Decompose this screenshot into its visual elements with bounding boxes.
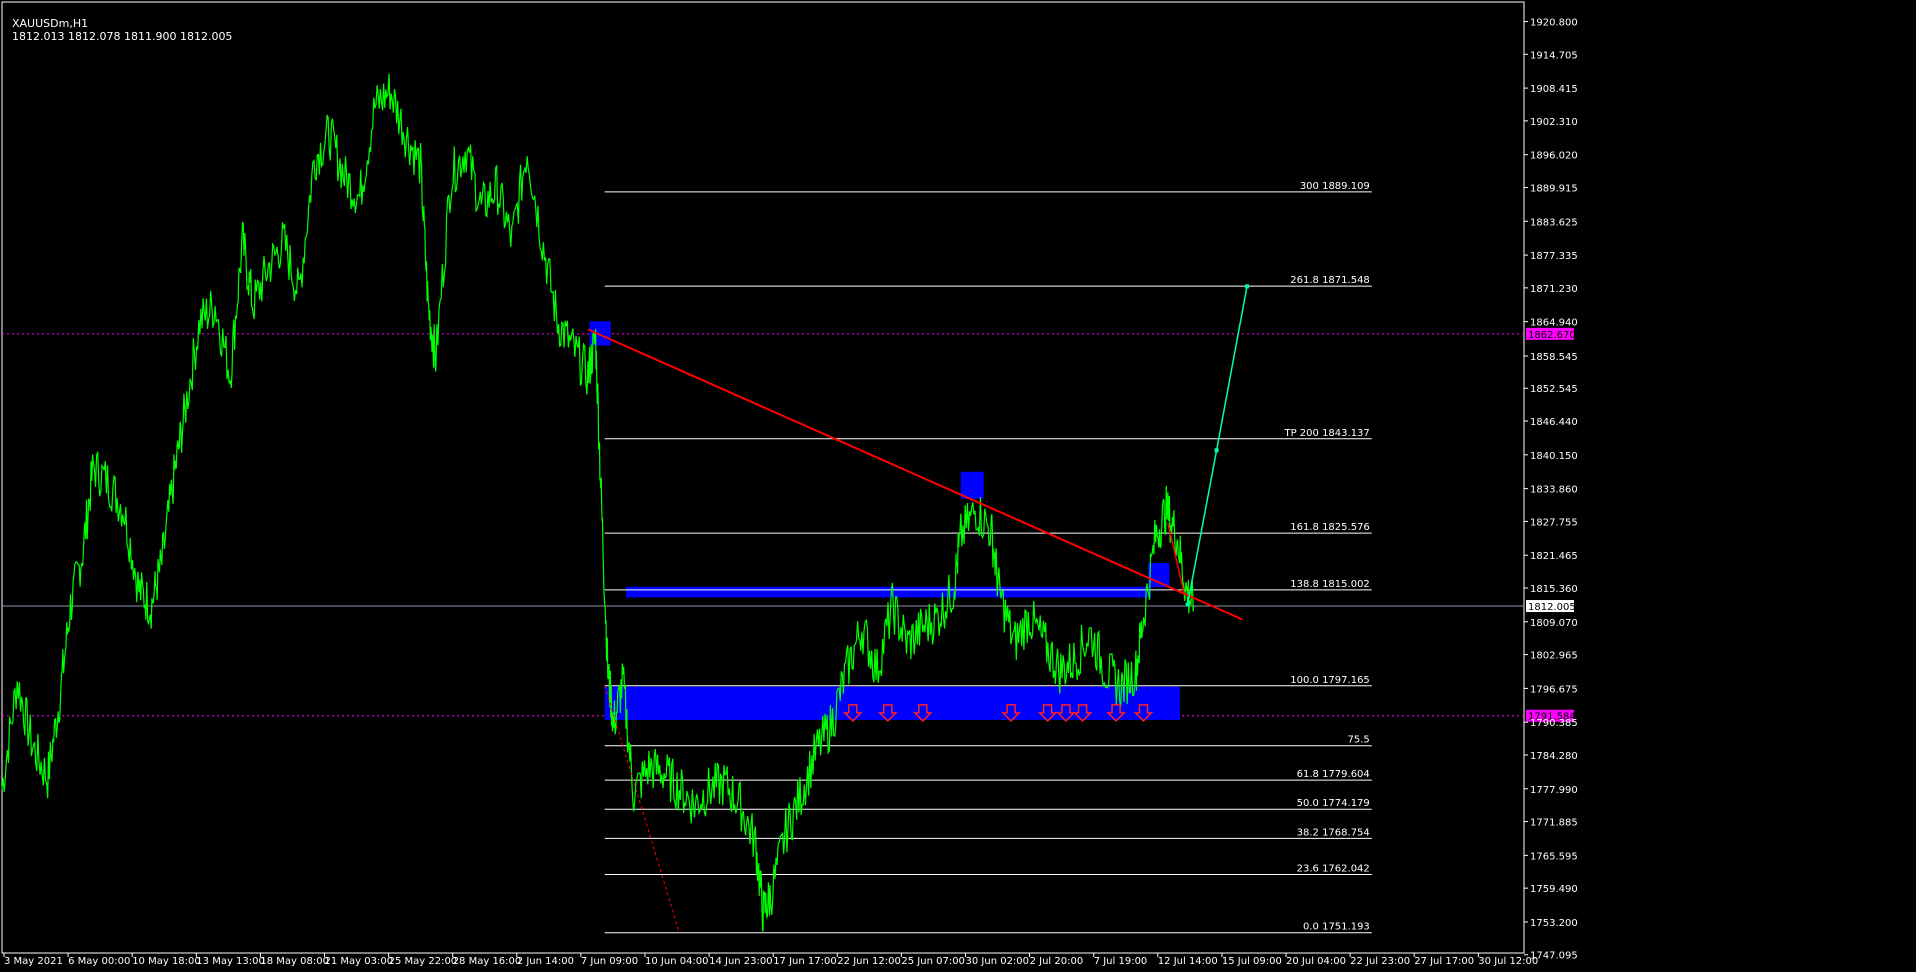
- fib-level-label: 100.0 1797.165: [1290, 675, 1370, 686]
- fib-level-label: 75.5: [1348, 735, 1370, 746]
- fib-level-label: 138.8 1815.002: [1290, 579, 1370, 590]
- price-tick-label: 1784.280: [1530, 751, 1578, 762]
- price-tick-label: 1802.965: [1530, 651, 1578, 662]
- fib-level-label: 261.8 1871.548: [1290, 275, 1370, 286]
- time-tick-label: 3 May 2021: [4, 956, 63, 967]
- time-tick-label: 7 Jul 19:00: [1094, 956, 1148, 967]
- price-tick-label: 1858.545: [1530, 352, 1578, 363]
- time-tick-label: 7 Jun 09:00: [581, 956, 638, 967]
- ohlc-values: 1812.013 1812.078 1811.900 1812.005: [12, 30, 233, 43]
- price-tick-label: 1864.940: [1530, 318, 1578, 329]
- time-tick-label: 2 Jun 14:00: [517, 956, 574, 967]
- time-tick-label: 6 May 00:00: [68, 956, 130, 967]
- price-tick-label: 1833.860: [1530, 485, 1578, 496]
- fib-level-label: 23.6 1762.042: [1297, 863, 1370, 874]
- projection-node: [1244, 284, 1249, 289]
- chart-background: [0, 0, 1916, 972]
- fib-level-label: TP 200 1843.137: [1283, 428, 1369, 439]
- fib-level-label: 300 1889.109: [1300, 181, 1370, 192]
- fib-level-label: 50.0 1774.179: [1297, 798, 1370, 809]
- time-tick-label: 2 Jul 20:00: [1030, 956, 1084, 967]
- time-tick-label: 17 Jun 17:00: [773, 956, 837, 967]
- alert-level-label: 1862.670: [1528, 330, 1576, 341]
- price-tick-label: 1846.440: [1530, 417, 1578, 428]
- time-tick-label: 25 May 22:00: [389, 956, 458, 967]
- zone-rect: [1148, 563, 1170, 588]
- time-tick-label: 13 May 13:00: [196, 956, 265, 967]
- time-tick-label: 30 Jul 12:00: [1478, 956, 1538, 967]
- projection-node: [1185, 602, 1190, 607]
- projection-node: [1214, 448, 1219, 453]
- price-tick-label: 1771.885: [1530, 818, 1578, 829]
- price-tick-label: 1777.990: [1530, 785, 1578, 796]
- time-tick-label: 28 May 16:00: [453, 956, 522, 967]
- zone-rect: [626, 586, 1152, 598]
- price-tick-label: 1852.545: [1530, 384, 1578, 395]
- price-tick-label: 1790.385: [1530, 718, 1578, 729]
- time-tick-label: 21 May 03:00: [325, 956, 394, 967]
- time-tick-label: 22 Jul 23:00: [1350, 956, 1410, 967]
- price-tick-label: 1815.360: [1530, 584, 1578, 595]
- time-tick-label: 27 Jul 17:00: [1414, 956, 1474, 967]
- fib-level-label: 38.2 1768.754: [1297, 827, 1370, 838]
- time-tick-label: 10 Jun 04:00: [645, 956, 709, 967]
- time-tick-label: 18 May 08:00: [260, 956, 329, 967]
- price-tick-label: 1821.465: [1530, 551, 1578, 562]
- time-tick-label: 30 Jun 02:00: [966, 956, 1030, 967]
- price-tick-label: 1896.020: [1530, 151, 1578, 162]
- time-tick-label: 12 Jul 14:00: [1158, 956, 1218, 967]
- time-tick-label: 22 Jun 12:00: [837, 956, 901, 967]
- time-tick-label: 15 Jul 09:00: [1222, 956, 1282, 967]
- price-tick-label: 1871.230: [1530, 284, 1578, 295]
- time-tick-label: 20 Jul 04:00: [1286, 956, 1346, 967]
- price-tick-label: 1827.755: [1530, 517, 1578, 528]
- price-chart[interactable]: 300 1889.109 261.8 1871.548 TP 200 1843.13…: [0, 0, 1916, 972]
- symbol-label: XAUUSDm,H1: [12, 17, 89, 30]
- price-tick-label: 1877.335: [1530, 251, 1578, 262]
- time-tick-label: 10 May 18:00: [132, 956, 201, 967]
- price-tick-label: 1765.595: [1530, 851, 1578, 862]
- price-tick-label: 1889.915: [1530, 183, 1578, 194]
- zone-rect: [604, 686, 1181, 720]
- price-tick-label: 1914.705: [1530, 50, 1578, 61]
- current-price-label: 1812.005: [1528, 602, 1576, 613]
- price-tick-label: 1883.625: [1530, 217, 1578, 228]
- price-tick-label: 1759.490: [1530, 884, 1578, 895]
- price-tick-label: 1920.800: [1530, 18, 1578, 29]
- price-tick-label: 1840.150: [1530, 451, 1578, 462]
- time-tick-label: 25 Jun 07:00: [901, 956, 965, 967]
- chart-header: XAUUSDm,H1 1812.013 1812.078 1811.900 18…: [5, 4, 232, 43]
- price-axis[interactable]: 1862.6701791.5841920.8001914.7051908.415…: [1524, 18, 1578, 962]
- time-axis[interactable]: 3 May 2021 6 May 00:00 10 May 18:0013 May …: [3, 953, 1538, 967]
- price-tick-label: 1902.310: [1530, 117, 1578, 128]
- price-tick-label: 1753.200: [1530, 918, 1578, 929]
- zone-rect: [960, 471, 984, 499]
- price-tick-label: 1796.675: [1530, 684, 1578, 695]
- time-tick-label: 14 Jun 23:00: [709, 956, 773, 967]
- price-tick-label: 1908.415: [1530, 84, 1578, 95]
- price-tick-label: 1809.070: [1530, 618, 1578, 629]
- fib-level-label: 161.8 1825.576: [1290, 522, 1370, 533]
- fib-level-label: 0.0 1751.193: [1303, 922, 1370, 933]
- fib-level-label: 61.8 1779.604: [1297, 769, 1370, 780]
